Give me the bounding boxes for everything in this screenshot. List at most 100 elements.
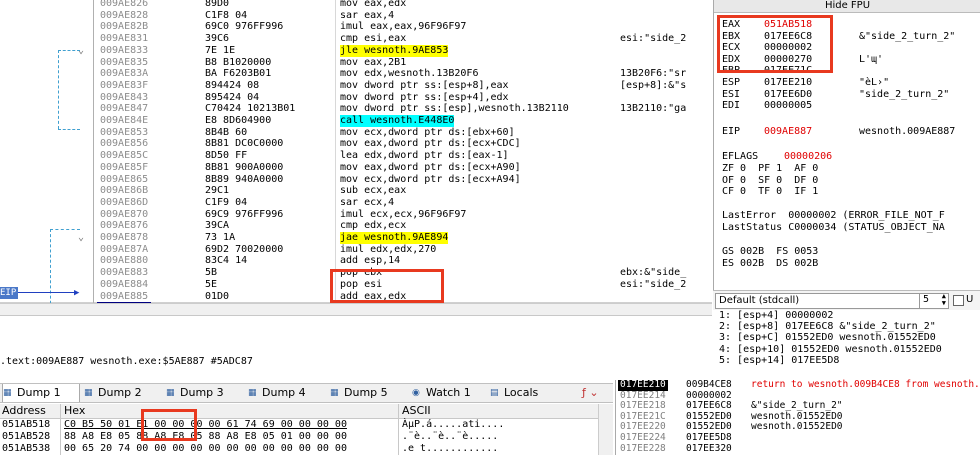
- disasm-row[interactable]: 009AE847 C70424 10213B01 mov dword ptr ss:…: [0, 103, 712, 115]
- last-error: LastError 00000002 (ERROR_FILE_NOT_F: [722, 210, 945, 221]
- disasm-row[interactable]: 009AE835 B8 B1020000 mov eax,2B1: [0, 57, 712, 69]
- dump-scrollbar[interactable]: [598, 404, 613, 455]
- disasm-row[interactable]: 009AE885 01D0 add eax,edx: [0, 291, 712, 303]
- tab-watch-1[interactable]: ◉ Watch 1: [412, 384, 484, 402]
- disasm-row[interactable]: 009AE883 5B pop ebx ebx:&"side_: [0, 267, 712, 279]
- call-convention-select[interactable]: Default (stdcall): [715, 293, 920, 309]
- stack-value: 009B4CE8: [686, 379, 732, 390]
- disasm-bytes: 89D0: [205, 0, 230, 9]
- hide-fpu-button[interactable]: Hide FPU: [714, 0, 980, 13]
- eip-register-row[interactable]: EIP 009AE887 wesnoth.009AE887: [722, 126, 955, 137]
- disasm-row[interactable]: 009AE865 8B89 940A0000 mov ecx,dword ptr d…: [0, 174, 712, 186]
- last-error-row[interactable]: LastError 00000002 (ERROR_FILE_NOT_F: [722, 210, 945, 221]
- last-status-row[interactable]: LastStatus C0000034 (STATUS_OBJECT_NA: [722, 222, 945, 233]
- argument-row[interactable]: 5: [esp+14] 017EE5D8: [719, 355, 839, 366]
- disasm-row[interactable]: 009AE85C 8D50 FF lea edx,dword ptr ds:[eax…: [0, 150, 712, 162]
- disasm-row[interactable]: 009AE828 C1F8 04 sar eax,4: [0, 10, 712, 22]
- tab-dump-1[interactable]: ▦ Dump 1: [2, 384, 80, 402]
- register-row[interactable]: EDX 00000270 L'ɰ': [722, 54, 883, 65]
- register-row[interactable]: ESI 017EE6D0 "side_2_turn_2": [722, 89, 949, 100]
- tab-label: Dump 2: [98, 386, 142, 399]
- script-icon: ƒ ⌄: [582, 386, 599, 399]
- register-row[interactable]: ESP 017EE210 "èL›": [722, 77, 889, 88]
- stack-row[interactable]: 017EE210 009B4CE8 return to wesnoth.009B4C…: [616, 379, 980, 391]
- disasm-row[interactable]: 009AE876 39CA cmp edx,ecx: [0, 220, 712, 232]
- register-row[interactable]: EBP 017EE71C: [722, 65, 812, 76]
- stack-row[interactable]: 017EE220 01552ED0 wesnoth.01552ED0: [616, 422, 980, 433]
- tab-locals[interactable]: ▤ Locals: [490, 384, 558, 402]
- register-row[interactable]: EBX 017EE6C8 &"side_2_turn_2": [722, 31, 955, 42]
- disasm-row[interactable]: 009AE831 39C6 cmp esi,eax esi:"side_2: [0, 33, 712, 45]
- disasm-instruction: add esp,14: [340, 255, 401, 267]
- dump-row[interactable]: 051AB518 C0 B5 50 01 E1 00 00 00 00 61 74…: [0, 419, 613, 431]
- segment-row[interactable]: ES 002B DS 002B: [722, 258, 818, 269]
- jump-arrow: [58, 50, 80, 51]
- disasm-instruction: sub ecx,eax: [340, 185, 407, 197]
- tab-dump-4[interactable]: ▦ Dump 4: [248, 384, 324, 402]
- disasm-row[interactable]: 009AE853 8B4B 60 mov ecx,dword ptr ds:[ebx…: [0, 127, 712, 139]
- disasm-bytes: 69C0 976FF996: [205, 21, 284, 33]
- disasm-row[interactable]: 009AE86B 29C1 sub ecx,eax: [0, 185, 712, 197]
- dump-row[interactable]: 051AB528 88 A8 E8 05 88 A8 E8 05 88 A8 E8…: [0, 431, 613, 443]
- disasm-bytes: BA F6203B01: [205, 68, 272, 80]
- disasm-row[interactable]: 009AE826 89D0 mov eax,edx: [0, 0, 712, 10]
- spin-arrows-icon: ▲ ▼: [941, 292, 946, 307]
- disasm-row[interactable]: 009AE880 83C4 14 add esp,14: [0, 255, 712, 267]
- dump-ascii-header: ASCII: [402, 404, 431, 417]
- disasm-address: 009AE865: [100, 173, 149, 185]
- disasm-bytes: 69D2 70020000: [205, 243, 284, 255]
- disasm-row[interactable]: 009AE83A BA F6203B01 mov edx,wesnoth.13B20…: [0, 68, 712, 80]
- argument-row[interactable]: 1: [esp+4] 00000002: [719, 310, 833, 321]
- argument-row[interactable]: 4: [esp+10] 01552ED0 wesnoth.01552ED0: [719, 344, 942, 355]
- dump-hex: 00 65 20 74 00 00 00 00 00 00 00 00 00 0…: [64, 442, 347, 454]
- dump-hex: C0 B5 50 01 E1 00 00 00 00 61 74 69 00 0…: [64, 419, 347, 430]
- horizontal-scrollbar[interactable]: [0, 303, 712, 315]
- segment-row[interactable]: GS 002B FS 0053: [722, 246, 818, 257]
- tab-dump-2[interactable]: ▦ Dump 2: [84, 384, 160, 402]
- unlock-checkbox[interactable]: [953, 295, 964, 306]
- stack-row[interactable]: 017EE228 017EE320: [616, 442, 980, 455]
- register-row[interactable]: EAX 051AB518: [722, 19, 812, 30]
- disasm-row[interactable]: 009AE878 73 1A jae wesnoth.9AE894 ⌄: [0, 232, 712, 244]
- disasm-address: 009AE833: [100, 44, 149, 56]
- stack-address: 017EE228: [620, 442, 666, 454]
- eflags-row[interactable]: EFLAGS 00000206: [722, 151, 832, 162]
- argument-row[interactable]: 3: [esp+C] 01552ED0 wesnoth.01552ED0: [719, 332, 936, 343]
- disasm-row[interactable]: 009AE83F 894424 08 mov dword ptr ss:[esp+8…: [0, 80, 712, 92]
- disasm-row[interactable]: 009AE856 8B81 DC0C0000 mov eax,dword ptr d…: [0, 138, 712, 150]
- flags-row[interactable]: ZF 0 PF 1 AF 0: [722, 163, 818, 174]
- dump-row[interactable]: 051AB538 00 65 20 74 00 00 00 00 00 00 00…: [0, 443, 613, 455]
- dump-hex-header: Hex: [64, 404, 86, 417]
- jump-arrow: [58, 129, 80, 130]
- disasm-row[interactable]: 009AE884 5E pop esi esi:"side_2: [0, 279, 712, 291]
- disasm-row[interactable]: 009AE87A 69D2 70020000 imul edx,edx,270: [0, 244, 712, 256]
- disasm-row[interactable]: 009AE84E E8 8D604900 call wesnoth.E448E0: [0, 115, 712, 127]
- flags-row[interactable]: CF 0 TF 0 IF 1: [722, 186, 818, 197]
- register-row[interactable]: EDI 00000005: [722, 100, 812, 111]
- disasm-row[interactable]: 009AE833 7E 1E jle wesnoth.9AE853 ⌄: [0, 44, 712, 57]
- disassembly-view[interactable]: 009AE826 89D0 mov eax,edx 009AE828 C1F8 04 sa…: [0, 0, 712, 314]
- dump-address: 051AB538: [2, 442, 51, 454]
- disasm-row[interactable]: 009AE85F 8B81 900A0000 mov eax,dword ptr d…: [0, 162, 712, 174]
- tab-more-icon[interactable]: ƒ ⌄: [568, 384, 622, 402]
- disasm-row[interactable]: 009AE82B 69C0 976FF996 imul eax,eax,96F96F…: [0, 21, 712, 33]
- dump-tabs: ▦ Dump 1 ▦ Dump 2 ▦ Dump 3 ▦ Dump 4 ▦ Dump 5 ◉ Watc…: [0, 383, 613, 403]
- tab-dump-5[interactable]: ▦ Dump 5: [330, 384, 406, 402]
- tab-dump-3[interactable]: ▦ Dump 3: [166, 384, 242, 402]
- arg-count-spinner[interactable]: 5 ▲ ▼: [919, 293, 949, 309]
- argument-row[interactable]: 2: [esp+8] 017EE6C8 &"side_2_turn_2": [719, 321, 936, 332]
- fold-chevron-icon[interactable]: ⌄: [78, 232, 84, 244]
- disasm-instruction: jae wesnoth.9AE894: [340, 232, 449, 244]
- disasm-instruction: mov dword ptr ss:[esp+4],edx: [340, 91, 509, 103]
- dump-view[interactable]: 051AB518 C0 B5 50 01 E1 00 00 00 00 61 74…: [0, 419, 598, 455]
- disasm-row[interactable]: 009AE870 69C9 976FF996 imul ecx,ecx,96F96F…: [0, 209, 712, 221]
- disasm-bytes: C70424 10213B01: [205, 103, 296, 115]
- flags-row[interactable]: OF 0 SF 0 DF 0: [722, 175, 818, 186]
- stack-view[interactable]: 017EE210 009B4CE8 return to wesnoth.009B4C…: [615, 379, 980, 455]
- disasm-row[interactable]: 009AE86D C1F9 04 sar ecx,4: [0, 197, 712, 209]
- register-row[interactable]: ECX 00000002: [722, 42, 812, 53]
- stack-row[interactable]: 017EE224 017EE5D8: [616, 432, 980, 444]
- disasm-address: 009AE843: [100, 91, 149, 103]
- disasm-address: 009AE870: [100, 208, 149, 220]
- disasm-row[interactable]: 009AE843 895424 04 mov dword ptr ss:[esp+4…: [0, 92, 712, 104]
